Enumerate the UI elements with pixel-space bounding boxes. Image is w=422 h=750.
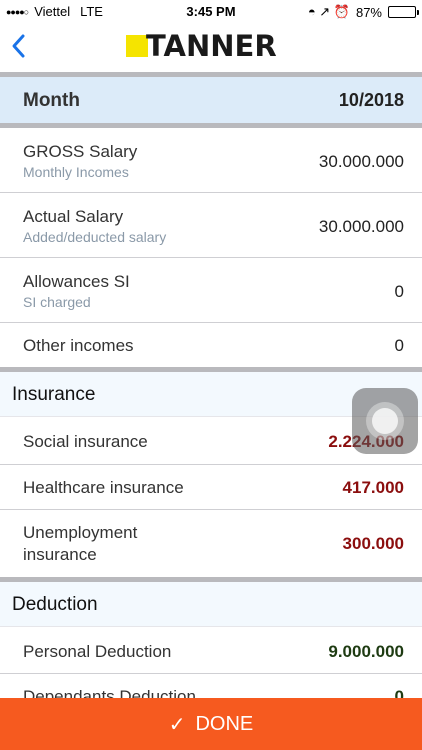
- row-title: Actual Salary: [23, 207, 124, 226]
- row-allowances-si: Allowances SI SI charged 0: [0, 258, 422, 323]
- logo-yellow-block: [126, 35, 148, 57]
- row-subtitle: SI charged: [23, 294, 91, 310]
- row-subtitle: Monthly Incomes: [23, 164, 129, 180]
- assistive-touch-core: [372, 408, 398, 434]
- status-right: ◓ ↗ ⏰ 87%: [307, 4, 419, 20]
- chevron-left-icon: [12, 34, 25, 58]
- navigation-bar: TANNER: [0, 22, 422, 72]
- assistive-touch-button[interactable]: [352, 388, 418, 454]
- row-value: 9.000.000: [328, 642, 404, 661]
- row-other-incomes: Other incomes 0: [0, 323, 422, 367]
- month-row: Month 10/2018: [0, 77, 422, 123]
- checkmark-icon: ✓: [168, 713, 186, 736]
- tanner-logo: TANNER: [126, 29, 277, 63]
- row-actual-salary: Actual Salary Added/deducted salary 30.0…: [0, 193, 422, 258]
- done-label: DONE: [195, 712, 254, 735]
- row-title: Allowances SI: [23, 272, 130, 291]
- row-value: 417.000: [342, 478, 404, 497]
- row-value: 30.000.000: [318, 152, 404, 171]
- status-bar: ●●●●○ Viettel LTE 3:45 PM ◓ ↗ ⏰ 87%: [0, 0, 422, 22]
- row-title: Healthcare insurance: [23, 478, 184, 497]
- done-button[interactable]: ✓ DONE: [0, 698, 422, 750]
- row-gross-salary: GROSS Salary Monthly Incomes 30.000.000: [0, 128, 422, 193]
- row-title: Other incomes: [23, 336, 134, 355]
- row-title: Unemployment: [23, 523, 138, 542]
- battery-percentage: 87%: [355, 4, 382, 20]
- assistive-touch-icon: [366, 402, 404, 440]
- row-subtitle: Added/deducted salary: [23, 229, 167, 245]
- row-title: Social insurance: [23, 432, 148, 451]
- row-value: 0: [394, 336, 404, 355]
- row-title: GROSS Salary: [23, 142, 138, 161]
- row-title-line2: insurance: [23, 545, 97, 564]
- logo-text: TANNER: [146, 29, 277, 63]
- row-value: 30.000.000: [318, 217, 404, 236]
- section-title: Insurance: [12, 384, 96, 405]
- month-value: 10/2018: [338, 90, 404, 110]
- battery-icon: [388, 6, 419, 18]
- row-value: 0: [394, 282, 404, 301]
- back-button[interactable]: [8, 30, 32, 62]
- row-healthcare-insurance: Healthcare insurance 417.000: [0, 465, 422, 510]
- status-icons: ◓ ↗ ⏰: [307, 4, 350, 19]
- month-label: Month: [23, 90, 80, 111]
- row-unemployment-insurance: Unemployment insurance 300.000: [0, 510, 422, 577]
- section-header-deduction: Deduction: [0, 582, 422, 626]
- row-value: 300.000: [342, 534, 404, 553]
- row-title: Personal Deduction: [23, 642, 172, 661]
- row-personal-deduction: Personal Deduction 9.000.000: [0, 626, 422, 674]
- section-title: Deduction: [12, 594, 98, 615]
